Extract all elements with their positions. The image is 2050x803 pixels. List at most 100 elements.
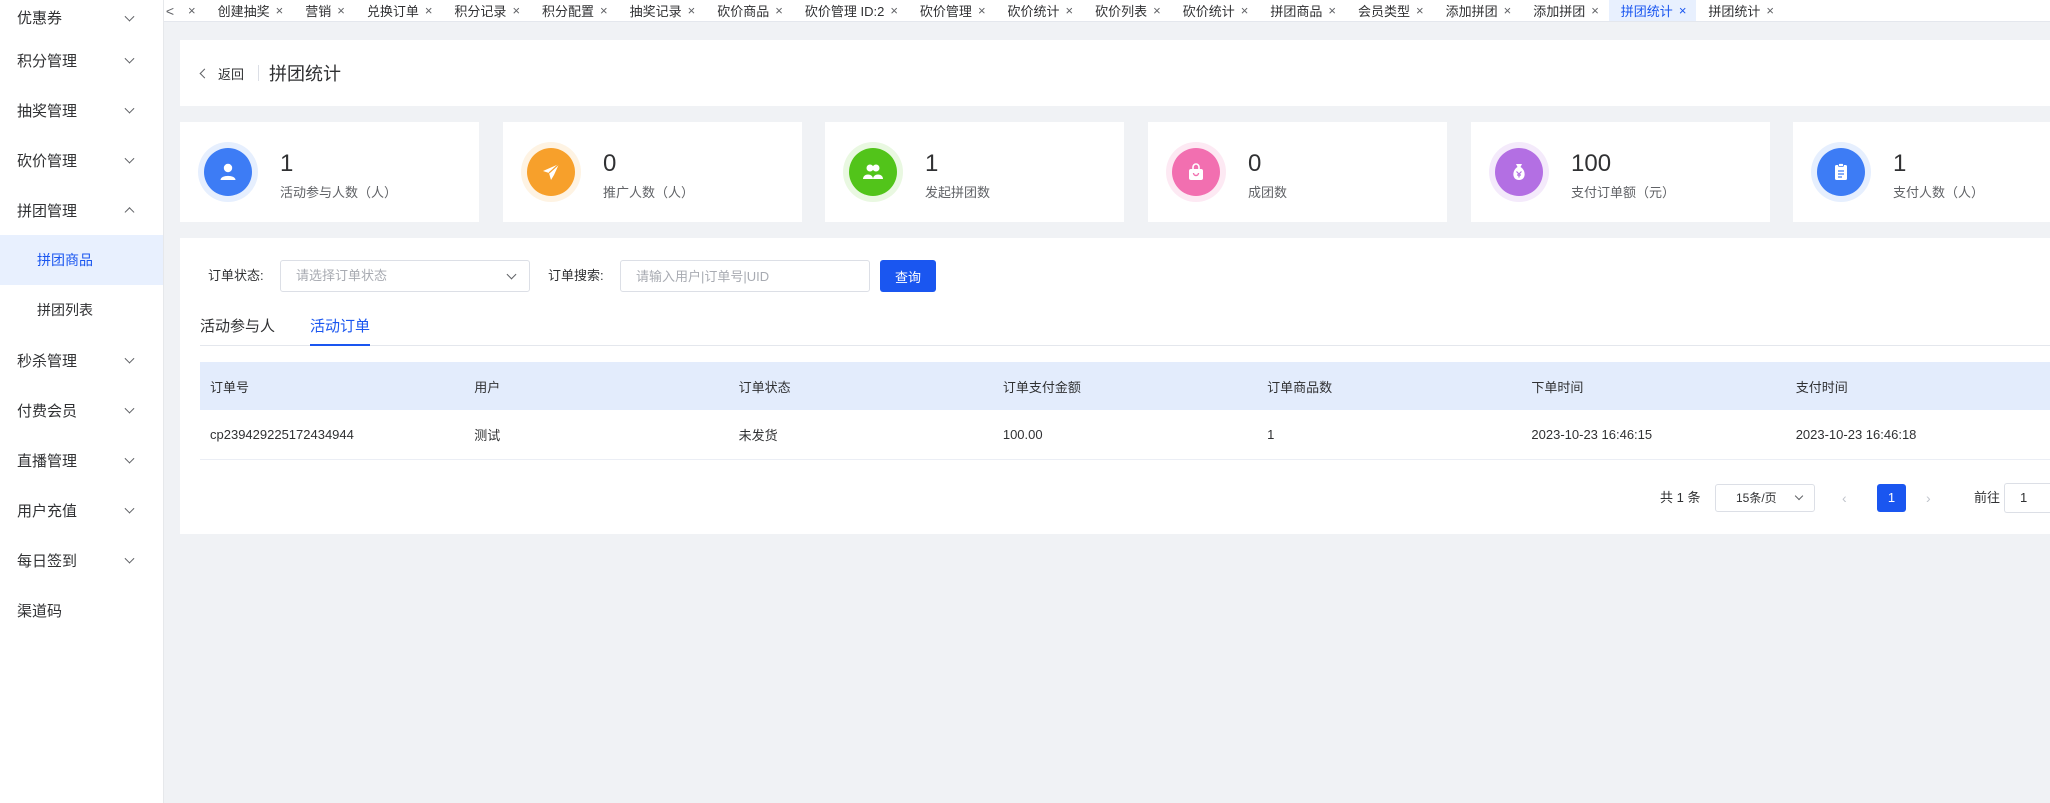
column-header: 订单状态 [738, 379, 791, 395]
back-button[interactable]: 返回 [199, 64, 244, 83]
sidebar-item-label: 抽奖管理 [17, 102, 78, 120]
close-icon[interactable]: × [1416, 3, 1424, 18]
tab[interactable]: 砍价管理 ID:2 × [793, 0, 908, 21]
close-icon[interactable]: × [1153, 3, 1161, 18]
tab-label: 拼团统计 [1708, 4, 1761, 19]
next-page-icon[interactable]: › [1926, 482, 1931, 514]
sidebar-item-paid-membership[interactable]: 付费会员 [0, 385, 163, 435]
tab-label: 砍价商品 [717, 4, 770, 19]
close-icon[interactable]: × [978, 3, 986, 18]
pagination: 共 1 条 15条/页 ‹ 1 › 前往 1 [180, 482, 2050, 514]
table-cell: 未发货 [738, 428, 778, 443]
stat-value: 0 [1248, 150, 1262, 177]
sidebar-item-recharge[interactable]: 用户充值 [0, 485, 163, 535]
tab[interactable]: 砍价管理 × [908, 0, 996, 21]
sidebar-item-label: 渠道码 [17, 602, 63, 620]
sidebar-item-checkin[interactable]: 每日签到 [0, 535, 163, 585]
sidebar: 优惠券 积分管理 抽奖管理 砍价管理 拼团管理 拼团商品 拼团列表 秒杀管理 付… [0, 0, 164, 803]
sidebar-item-channel-code[interactable]: 渠道码 [0, 585, 163, 635]
stat-value: 100 [1571, 150, 1612, 177]
sidebar-item-group-buy[interactable]: 拼团管理 [0, 185, 163, 235]
sidebar-item-label: 每日签到 [17, 552, 78, 570]
close-icon[interactable]: × [1066, 3, 1074, 18]
close-icon[interactable]: × [1766, 3, 1774, 18]
close-icon[interactable]: × [188, 3, 196, 18]
tab[interactable]: 添加拼团 × [1434, 0, 1522, 21]
close-icon[interactable]: × [1504, 3, 1512, 18]
tab-label: 砍价统计 [1007, 4, 1060, 19]
chevron-down-icon [124, 11, 135, 22]
close-icon[interactable]: × [1328, 3, 1336, 18]
tab[interactable]: 拼团商品 × [1258, 0, 1346, 21]
page-size-select[interactable]: 15条/页 [1715, 484, 1815, 512]
close-icon[interactable]: × [688, 3, 696, 18]
sidebar-item-coupons[interactable]: 优惠券 [0, 0, 163, 35]
close-icon[interactable]: × [337, 3, 345, 18]
chevron-down-icon [124, 153, 135, 164]
sidebar-item-label: 优惠券 [17, 10, 63, 27]
sidebar-item-label: 拼团列表 [37, 302, 93, 318]
stat-icon-ring [1811, 142, 1871, 202]
stat-label: 支付订单额（元） [1571, 185, 1676, 200]
money-bag-icon [1495, 148, 1543, 196]
order-search-label: 订单搜索: [548, 268, 604, 283]
sidebar-item-lottery[interactable]: 抽奖管理 [0, 85, 163, 135]
stat-value: 1 [280, 150, 294, 177]
page-header: 返回 拼团统计 [180, 40, 2050, 106]
tab[interactable]: 添加拼团 × [1521, 0, 1609, 21]
close-icon[interactable]: × [512, 3, 520, 18]
clipboard-icon [1817, 148, 1865, 196]
stat-label: 推广人数（人） [603, 185, 695, 200]
user-icon [204, 148, 252, 196]
sidebar-item-bargain[interactable]: 砍价管理 [0, 135, 163, 185]
close-icon[interactable]: × [600, 3, 608, 18]
tab-active[interactable]: 拼团统计 × [1608, 0, 1697, 21]
tab-orders[interactable]: 活动订单 [310, 312, 371, 346]
column-header: 订单号 [210, 379, 250, 395]
tab[interactable]: 营销 × [293, 0, 355, 21]
chevron-up-icon [124, 207, 135, 218]
page-number-current[interactable]: 1 [1877, 484, 1906, 512]
tab-label: 砍价统计 [1182, 4, 1235, 19]
sidebar-item-group-list[interactable]: 拼团列表 [0, 285, 163, 335]
tab[interactable]: 会员类型 × [1346, 0, 1434, 21]
close-icon[interactable]: × [890, 3, 898, 18]
column-header: 订单支付金额 [1002, 379, 1081, 395]
tab[interactable]: 砍价列表 × [1083, 0, 1171, 21]
tab-participants[interactable]: 活动参与人 [200, 312, 275, 342]
goto-page-input[interactable]: 1 [2004, 483, 2050, 513]
close-icon[interactable]: × [1679, 3, 1687, 18]
sidebar-item-points[interactable]: 积分管理 [0, 35, 163, 85]
close-icon[interactable]: × [276, 3, 284, 18]
close-icon[interactable]: × [1591, 3, 1599, 18]
stat-icon-ring [521, 142, 581, 202]
tab[interactable]: 砍价统计 × [1171, 0, 1259, 21]
tabs-scroll-left-icon[interactable]: < [164, 3, 176, 19]
tab[interactable]: 砍价统计 × [996, 0, 1084, 21]
close-icon[interactable]: × [775, 3, 783, 18]
sidebar-item-group-products[interactable]: 拼团商品 [0, 235, 163, 285]
table-cell: 2023-10-23 16:46:15 [1531, 427, 1653, 442]
tab[interactable]: 拼团统计 × [1696, 0, 1784, 21]
query-button[interactable]: 查询 [880, 260, 936, 292]
sidebar-item-live[interactable]: 直播管理 [0, 435, 163, 485]
pagination-total: 共 1 条 [1660, 490, 1701, 505]
chevron-down-icon [124, 353, 135, 364]
tab[interactable]: 砍价商品 × [705, 0, 793, 21]
prev-page-icon[interactable]: ‹ [1842, 482, 1847, 514]
column-header: 下单时间 [1531, 379, 1584, 395]
stat-label: 支付人数（人） [1893, 185, 1985, 200]
order-status-label: 订单状态: [208, 268, 264, 283]
tab-partial[interactable]: × [176, 0, 206, 21]
tab[interactable]: 兑换订单 × [355, 0, 443, 21]
close-icon[interactable]: × [1241, 3, 1249, 18]
tab-label: 创建抽奖 [217, 4, 270, 19]
tab[interactable]: 积分记录 × [442, 0, 530, 21]
tab[interactable]: 抽奖记录 × [618, 0, 706, 21]
order-status-select[interactable]: 请选择订单状态 [280, 260, 530, 292]
order-search-input[interactable] [620, 260, 870, 292]
sidebar-item-flash-sale[interactable]: 秒杀管理 [0, 335, 163, 385]
tab[interactable]: 创建抽奖 × [206, 0, 294, 21]
tab[interactable]: 积分配置 × [530, 0, 618, 21]
close-icon[interactable]: × [425, 3, 433, 18]
